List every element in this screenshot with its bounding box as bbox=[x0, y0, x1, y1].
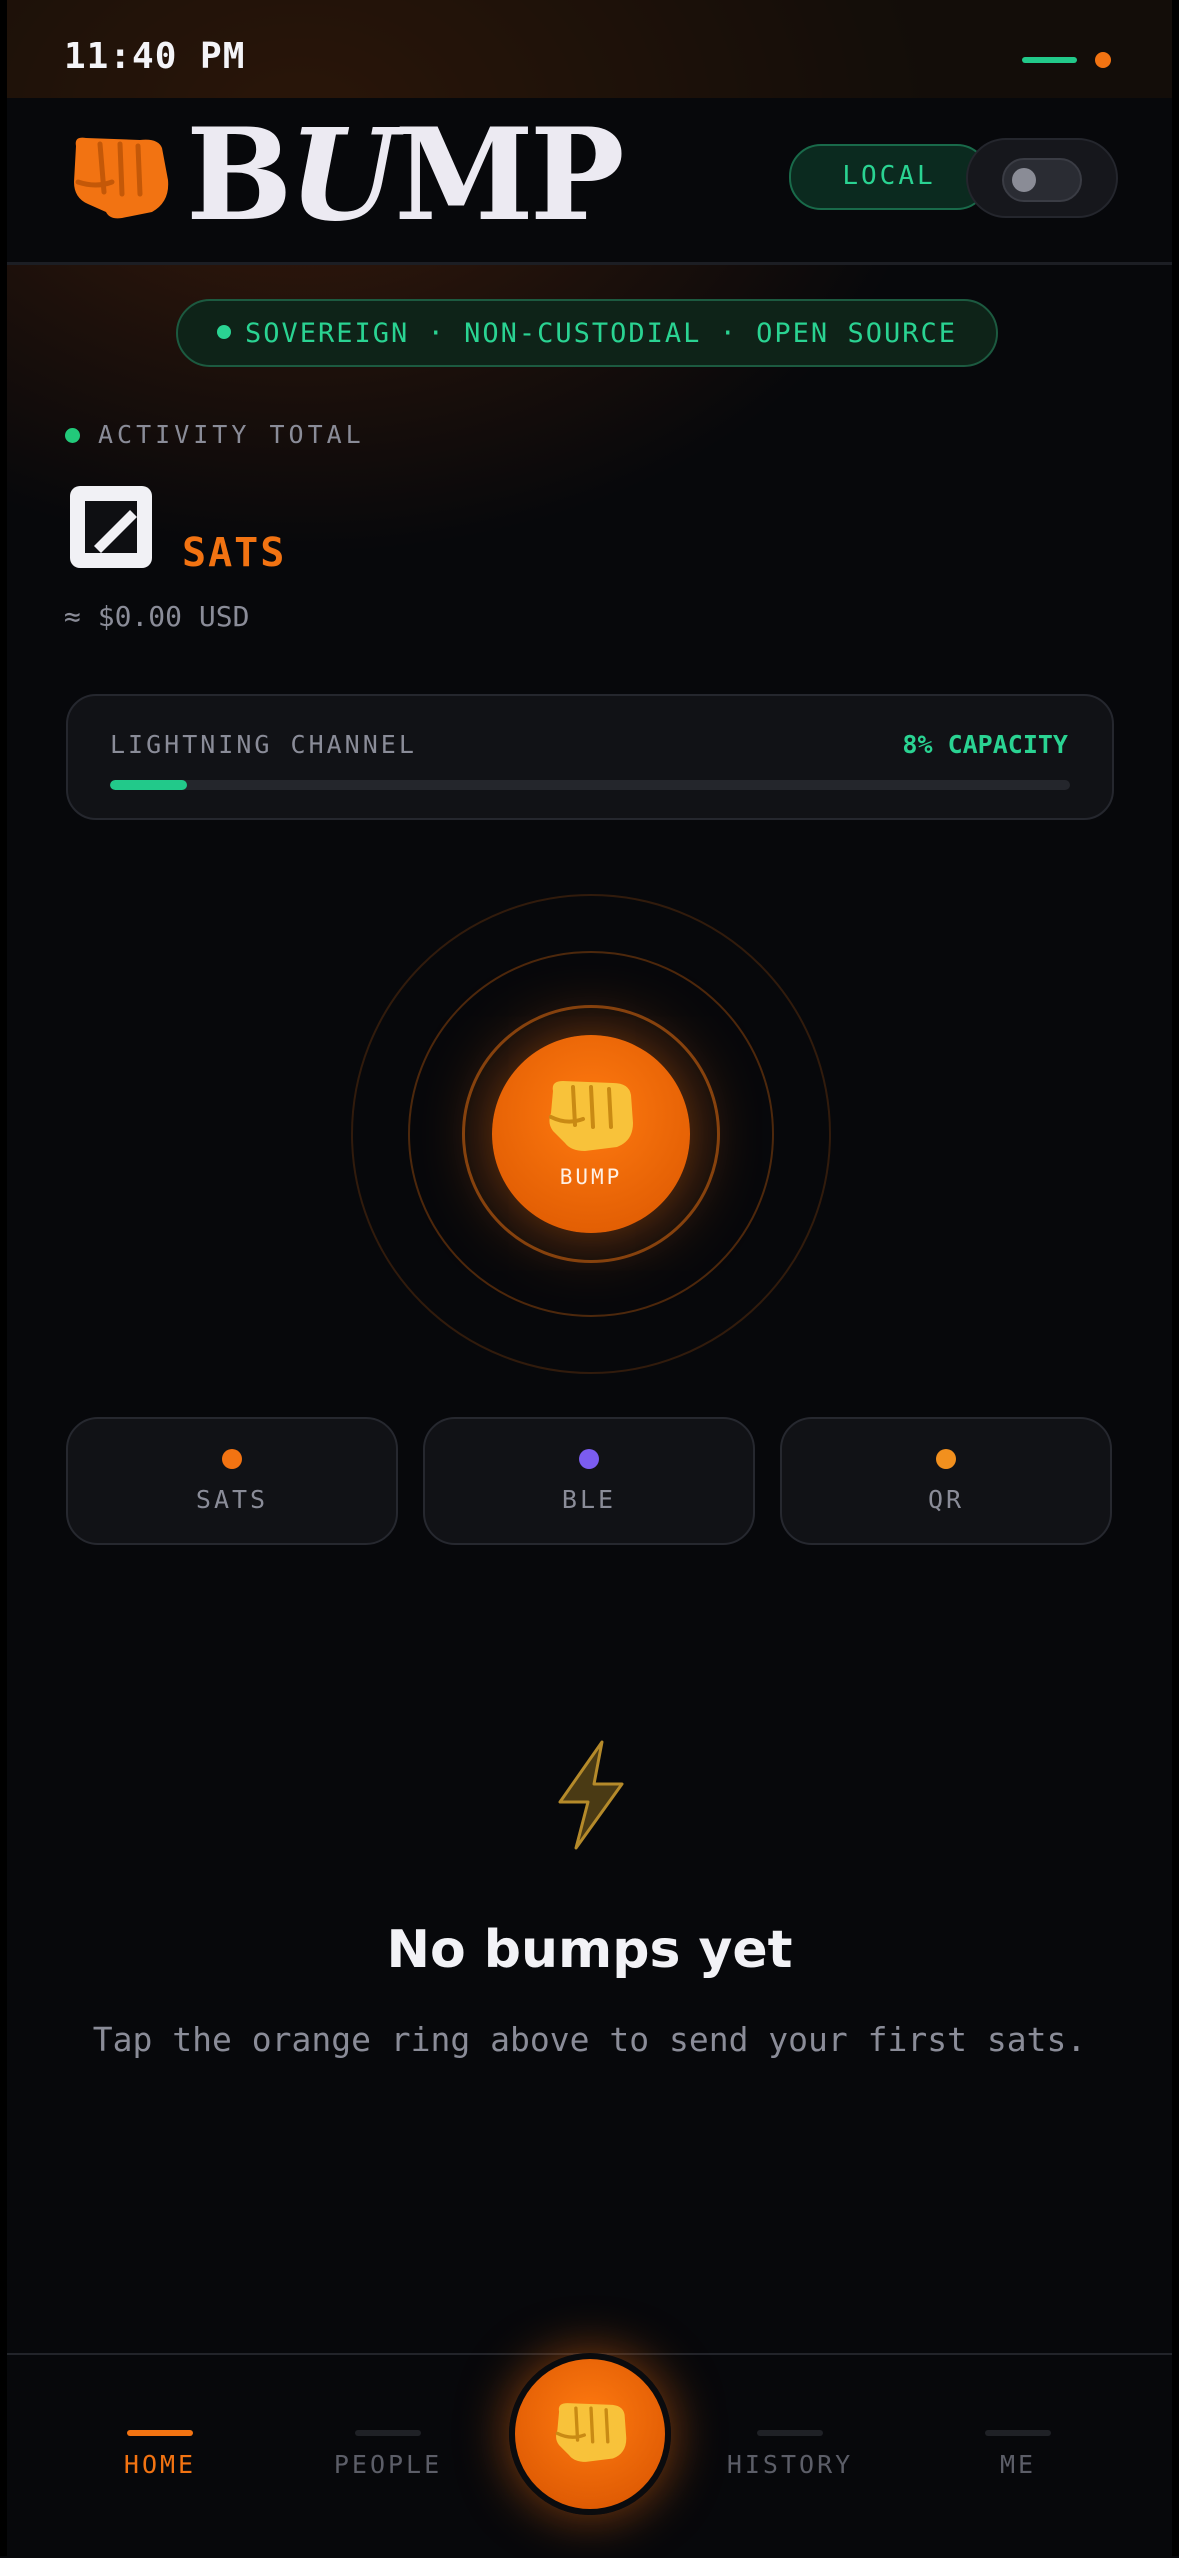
lightning-channel-card[interactable]: LIGHTNING CHANNEL 8% CAPACITY bbox=[66, 694, 1114, 820]
ble-dot-icon bbox=[579, 1449, 599, 1469]
mode-sats-button[interactable]: SATS bbox=[66, 1417, 398, 1545]
nav-label: HISTORY bbox=[726, 2450, 854, 2479]
nav-label: PEOPLE bbox=[333, 2450, 443, 2479]
balance-unit: SATS bbox=[182, 530, 287, 576]
mode-label: QR bbox=[927, 1485, 965, 1514]
nav-indicator bbox=[985, 2430, 1051, 2436]
activity-status-dot bbox=[65, 428, 80, 443]
network-mode-badge[interactable]: LOCAL bbox=[789, 144, 989, 210]
balance-usd: ≈ $0.00 USD bbox=[64, 600, 250, 633]
tagline-badge: SOVEREIGN · NON-CUSTODIAL · OPEN SOURCE bbox=[176, 299, 998, 367]
fist-icon bbox=[555, 2403, 627, 2462]
amount-placeholder-icon bbox=[70, 486, 152, 568]
app-logo-wordmark: BUMP bbox=[186, 101, 625, 249]
nav-me[interactable]: ME bbox=[933, 2430, 1103, 2510]
toggle-knob bbox=[1012, 168, 1036, 192]
channel-capacity-fill bbox=[110, 780, 187, 790]
status-signal-indicator bbox=[1022, 57, 1077, 63]
mode-ble-button[interactable]: BLE bbox=[423, 1417, 755, 1545]
nav-indicator bbox=[757, 2430, 823, 2436]
status-dot-icon bbox=[217, 324, 232, 339]
mode-label: BLE bbox=[561, 1485, 617, 1514]
nav-label: HOME bbox=[123, 2450, 197, 2479]
lightning-bolt-icon bbox=[558, 1740, 624, 1850]
mode-label: SATS bbox=[195, 1485, 269, 1514]
bump-button[interactable]: BUMP bbox=[492, 1035, 690, 1233]
status-recording-dot bbox=[1095, 52, 1111, 68]
nav-people[interactable]: PEOPLE bbox=[303, 2430, 473, 2510]
theme-toggle[interactable] bbox=[966, 138, 1118, 218]
activity-total-label: ACTIVITY TOTAL bbox=[98, 420, 365, 449]
bump-label: BUMP bbox=[559, 1165, 623, 1189]
empty-state-subtitle: Tap the orange ring above to send your f… bbox=[92, 2020, 1087, 2059]
status-time: 11:40 PM bbox=[64, 36, 246, 77]
qr-dot-icon bbox=[936, 1449, 956, 1469]
nav-home[interactable]: HOME bbox=[75, 2430, 245, 2510]
channel-label: LIGHTNING CHANNEL bbox=[110, 730, 417, 759]
fist-logo-icon bbox=[74, 137, 169, 219]
sats-dot-icon bbox=[222, 1449, 242, 1469]
empty-state-title: No bumps yet bbox=[386, 1920, 793, 1980]
channel-capacity-bar bbox=[110, 780, 1070, 790]
device-frame-left bbox=[0, 0, 7, 2556]
mode-qr-button[interactable]: QR bbox=[780, 1417, 1112, 1545]
toggle-track bbox=[1002, 158, 1082, 202]
nav-label: ME bbox=[999, 2450, 1037, 2479]
device-frame-right bbox=[1172, 0, 1179, 2556]
channel-capacity: 8% CAPACITY bbox=[902, 730, 1068, 759]
nav-bump-button[interactable] bbox=[509, 2353, 671, 2515]
fist-icon bbox=[549, 1081, 633, 1151]
nav-indicator bbox=[355, 2430, 421, 2436]
nav-indicator bbox=[127, 2430, 193, 2436]
nav-history[interactable]: HISTORY bbox=[705, 2430, 875, 2510]
